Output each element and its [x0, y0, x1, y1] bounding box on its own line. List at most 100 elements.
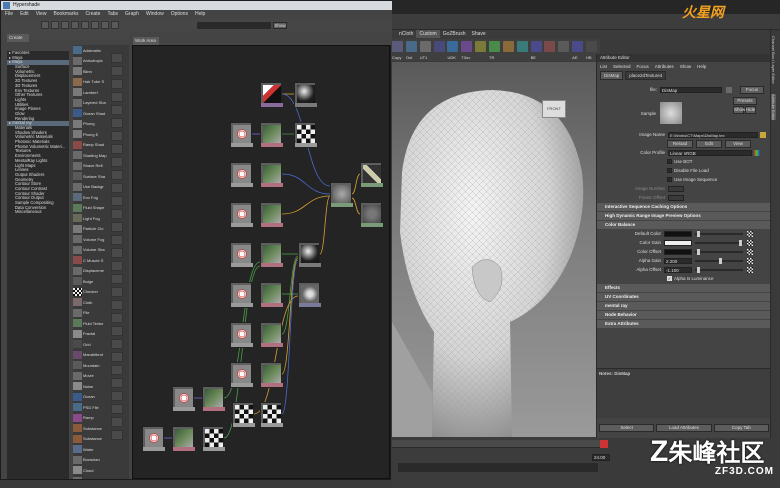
channel-box-tab-strip[interactable]: Channel Box / Layer Editor Attribute Edi…: [770, 30, 780, 438]
work-side-icon[interactable]: [111, 131, 123, 141]
work-side-icon[interactable]: [111, 339, 123, 349]
shading-node-file[interactable]: [260, 202, 283, 228]
tab-create[interactable]: Create: [7, 34, 29, 42]
node-type-item[interactable]: Hair Tube S: [73, 77, 107, 87]
node-type-item[interactable]: Layered Sha: [73, 98, 107, 108]
node-type-item[interactable]: Ramp Shad: [73, 140, 107, 150]
work-side-icon[interactable]: [111, 105, 123, 115]
slider-knob[interactable]: [697, 266, 700, 273]
shading-node-file[interactable]: [260, 122, 283, 148]
ae-menu-selected[interactable]: Selected: [613, 64, 631, 69]
node-type-item[interactable]: Phong E: [73, 129, 107, 139]
work-side-icon[interactable]: [111, 365, 123, 375]
ae-bottom-button-select[interactable]: Select: [599, 424, 655, 432]
shelf-button[interactable]: [433, 41, 446, 61]
ae-section-header[interactable]: Node Behavior: [597, 311, 770, 319]
node-type-item[interactable]: Fluid Shape: [73, 203, 107, 213]
connection-wire[interactable]: [351, 197, 361, 215]
node-type-item[interactable]: Mandelbrot: [73, 350, 107, 360]
node-type-item[interactable]: Noise: [73, 381, 107, 391]
show-filter-button[interactable]: Show: [273, 22, 287, 29]
hide-button[interactable]: Hide: [745, 106, 756, 114]
slider-knob[interactable]: [697, 248, 700, 255]
map-button-icon[interactable]: [747, 239, 753, 246]
shading-node-checker[interactable]: [260, 402, 283, 428]
map-button-icon[interactable]: [747, 230, 753, 237]
node-type-item[interactable]: Ramp: [73, 413, 107, 423]
shading-node-place[interactable]: [230, 242, 253, 268]
shading-node-place[interactable]: [230, 322, 253, 348]
checkbox[interactable]: [667, 168, 672, 173]
node-type-item[interactable]: Light Fog: [73, 213, 107, 223]
work-side-icon[interactable]: [111, 144, 123, 154]
work-side-icon[interactable]: [111, 209, 123, 219]
ae-section-header[interactable]: High Dynamic Range Image Preview Options: [597, 212, 770, 220]
toolbar-icon[interactable]: [51, 21, 59, 29]
toolbar-icon[interactable]: [71, 21, 79, 29]
node-type-item[interactable]: Addmatrix: [73, 45, 107, 55]
attr-slider[interactable]: [695, 230, 743, 237]
checkbox[interactable]: [667, 159, 672, 164]
node-type-item[interactable]: Anisotropic: [73, 56, 107, 66]
shading-node-place[interactable]: [230, 202, 253, 228]
node-type-item[interactable]: Fractal: [73, 329, 107, 339]
toolbar-icon[interactable]: [111, 21, 119, 29]
image-name-field[interactable]: E:\Works\CT\Maps\DisMap.tex: [668, 131, 758, 138]
shelf-button[interactable]: UDK: [447, 41, 459, 61]
slider-knob[interactable]: [719, 257, 722, 264]
menu-create[interactable]: Create: [85, 10, 100, 19]
connection-wire[interactable]: [281, 173, 331, 195]
shading-node-checker[interactable]: [202, 426, 225, 452]
file-node-name-field[interactable]: DisMap: [660, 86, 722, 93]
node-type-item[interactable]: Ocean: [73, 392, 107, 402]
ae-tab[interactable]: place2dTexture4: [625, 71, 667, 80]
shading-node-place[interactable]: [230, 122, 253, 148]
shelf-button[interactable]: [475, 41, 487, 61]
current-frame-marker[interactable]: [600, 440, 608, 448]
ae-menu-list[interactable]: List: [600, 64, 607, 69]
frame-offset-field[interactable]: [668, 194, 684, 201]
shelf-button[interactable]: UT1: [419, 41, 432, 61]
attr-slider[interactable]: [695, 239, 743, 246]
shelf-button[interactable]: [558, 41, 570, 61]
node-type-item[interactable]: Blinn: [73, 66, 107, 76]
shading-node-ramp[interactable]: [260, 82, 283, 108]
color-management-icon[interactable]: [754, 149, 760, 156]
shading-node-bump[interactable]: [360, 162, 383, 188]
goto-input-icon[interactable]: [726, 86, 732, 93]
node-type-item[interactable]: Substance: [73, 423, 107, 433]
shading-node-file[interactable]: [260, 162, 283, 188]
work-side-icon[interactable]: [111, 183, 123, 193]
work-area[interactable]: [132, 45, 390, 479]
toolbar-icon[interactable]: [61, 21, 69, 29]
ae-menu-attributes[interactable]: Attributes: [655, 64, 674, 69]
ae-tab[interactable]: DisMap: [600, 71, 624, 80]
work-side-icon[interactable]: [111, 300, 123, 310]
menu-bookmarks[interactable]: Bookmarks: [53, 10, 78, 19]
ae-menu-show[interactable]: Show: [680, 64, 691, 69]
attribute-editor-tab[interactable]: Attribute Editor: [771, 93, 776, 121]
node-type-item[interactable]: Particle Clo: [73, 224, 107, 234]
node-type-item[interactable]: Mountain: [73, 360, 107, 370]
time-ruler[interactable]: [392, 440, 600, 448]
shelf-button[interactable]: BE: [530, 41, 543, 61]
work-side-icon[interactable]: [111, 196, 123, 206]
shading-node-sphere[interactable]: [298, 242, 321, 268]
color-swatch[interactable]: [664, 248, 692, 255]
work-side-icon[interactable]: [111, 118, 123, 128]
shading-node-utility[interactable]: [298, 282, 321, 308]
focus-button[interactable]: Focus: [740, 85, 764, 94]
attr-slider[interactable]: [695, 266, 743, 273]
node-type-item[interactable]: Lambert: [73, 87, 107, 97]
node-type-item[interactable]: PSD File: [73, 402, 107, 412]
channel-box-tab[interactable]: Channel Box / Layer Editor: [771, 36, 776, 84]
color-swatch[interactable]: [664, 239, 692, 246]
node-type-item[interactable]: Movie: [73, 371, 107, 381]
presets-button[interactable]: Presets: [733, 97, 757, 105]
attr-value-field[interactable]: 2.200: [664, 257, 692, 264]
tree-item[interactable]: Miscellaneous: [7, 210, 69, 215]
node-type-item[interactable]: Crater: [73, 476, 107, 479]
shelf-button[interactable]: Out: [405, 41, 418, 61]
shelf-button[interactable]: [544, 41, 556, 61]
node-type-item[interactable]: Fluid Textur: [73, 318, 107, 328]
